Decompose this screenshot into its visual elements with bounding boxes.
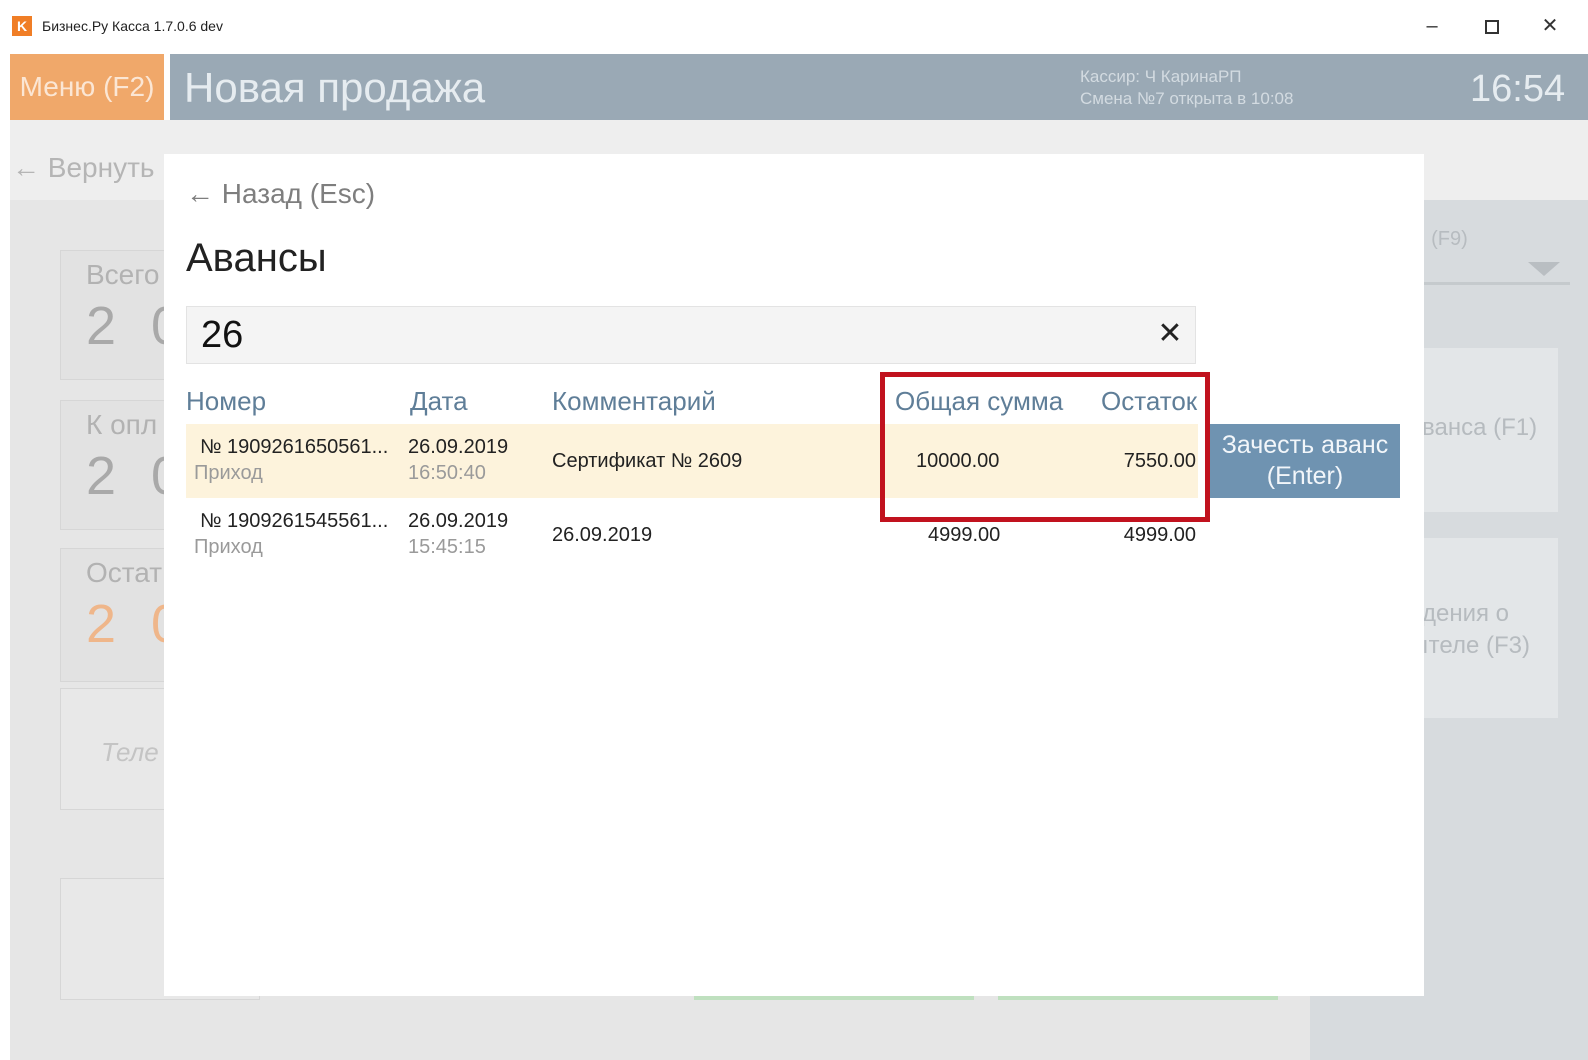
row-type: Приход xyxy=(194,536,263,558)
row-comment: Сертификат № 2609 xyxy=(552,450,743,472)
right-panel-label: ı (F9) xyxy=(1420,228,1468,250)
row-number: № 1909261650561... xyxy=(200,436,389,458)
cashier-name: Кассир: Ч КаринаРП xyxy=(1080,67,1242,86)
window-title: Бизнес.Ру Касса 1.7.0.6 dev xyxy=(42,18,223,34)
close-window-button[interactable]: ✕ xyxy=(1530,10,1570,42)
search-input[interactable] xyxy=(201,313,1141,357)
clear-icon[interactable]: ✕ xyxy=(1153,317,1187,351)
row-total: 4999.00 xyxy=(928,524,1001,546)
background-button-strip xyxy=(694,996,974,1000)
cashier-info: Кассир: Ч КаринаРП Смена №7 открыта в 10… xyxy=(1080,66,1293,110)
advance-button-label: ванса (F1) xyxy=(1422,414,1538,441)
row-remainder: 4999.00 xyxy=(1123,524,1196,546)
maximize-icon xyxy=(1485,19,1499,34)
minimize-button[interactable]: – xyxy=(1412,10,1452,42)
back-link[interactable]: ← Вернуть xyxy=(12,152,154,184)
back-button[interactable]: ← Назад (Esc) xyxy=(186,178,375,210)
advance-button[interactable]: ванса (F1) xyxy=(1420,348,1558,512)
buyer-info-button[interactable]: дения о ıтеле (F3) xyxy=(1420,538,1558,718)
row-date: 26.09.2019 xyxy=(408,436,509,458)
menu-button[interactable]: Меню (F2) xyxy=(10,54,164,120)
row-number: № 1909261545561... xyxy=(200,510,389,532)
chevron-down-icon xyxy=(1528,262,1560,276)
background-button-strip xyxy=(998,996,1278,1000)
clock: 16:54 xyxy=(1470,68,1566,110)
highlight-annotation xyxy=(880,372,1210,522)
maximize-button[interactable] xyxy=(1472,10,1512,42)
column-header-number[interactable]: Номер xyxy=(186,386,266,417)
row-date: 26.09.2019 xyxy=(408,510,509,532)
total-label: Всего xyxy=(86,259,160,290)
remaining-label: Остат xyxy=(86,557,163,588)
shift-info: Смена №7 открыта в 10:08 xyxy=(1080,89,1294,108)
app-logo-icon: K xyxy=(12,16,32,36)
row-time: 16:50:40 xyxy=(408,462,486,484)
column-header-comment[interactable]: Комментарий xyxy=(552,386,716,417)
row-type: Приход xyxy=(194,462,263,484)
apply-advance-shortcut: (Enter) xyxy=(1266,462,1344,490)
window-titlebar: K Бизнес.Ру Касса 1.7.0.6 dev – ✕ xyxy=(0,0,1588,50)
advances-dialog: ← Назад (Esc) Авансы ✕ Номер Дата Коммен… xyxy=(164,154,1424,996)
buyer-info-label-2: ıтеле (F3) xyxy=(1422,632,1530,659)
dialog-title: Авансы xyxy=(186,236,327,280)
to-pay-label: К опл xyxy=(86,409,158,440)
buyer-info-label-1: дения о xyxy=(1422,600,1510,627)
row-time: 15:45:15 xyxy=(408,536,486,558)
search-field[interactable]: ✕ xyxy=(186,306,1196,364)
row-comment: 26.09.2019 xyxy=(552,524,653,546)
app-header: Новая продажа Кассир: Ч КаринаРП Смена №… xyxy=(170,54,1588,120)
phone-placeholder: Теле xyxy=(101,737,159,767)
page-title: Новая продажа xyxy=(184,64,486,111)
apply-advance-label: Зачесть аванс xyxy=(1221,431,1389,459)
column-header-date[interactable]: Дата xyxy=(410,386,468,417)
right-panel-select-line xyxy=(1420,282,1570,285)
apply-advance-button[interactable]: Зачесть аванс (Enter) xyxy=(1210,424,1400,498)
